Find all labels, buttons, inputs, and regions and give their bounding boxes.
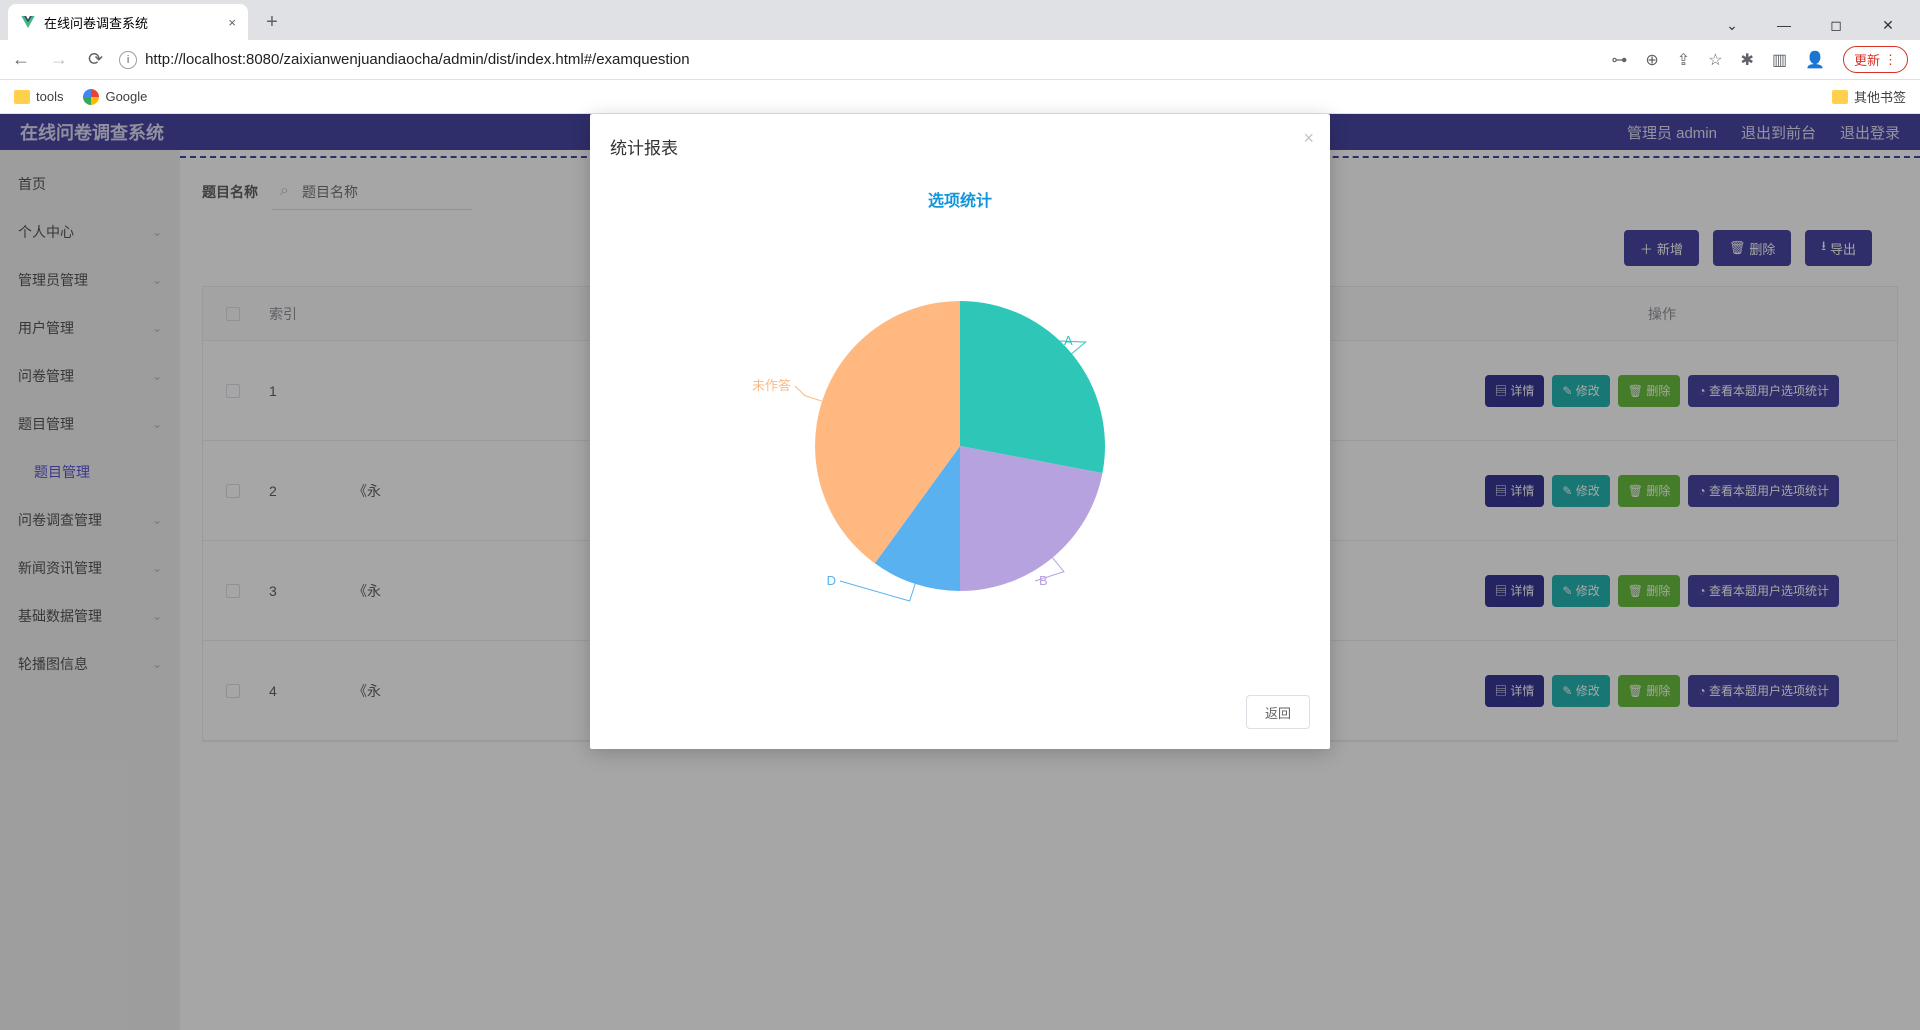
minimize-icon[interactable]: — — [1764, 17, 1804, 34]
bookmark-other[interactable]: 其他书签 — [1832, 87, 1906, 106]
window-controls: ⌄ — ◻ ✕ — [1712, 17, 1920, 40]
reload-icon[interactable]: ⟳ — [88, 49, 103, 70]
maximize-icon[interactable]: ◻ — [1816, 17, 1856, 34]
bookmark-google[interactable]: Google — [83, 89, 147, 105]
app-root: 在线问卷调查系统 管理员 admin 退出到前台 退出登录 首页个人中心⌄管理员… — [0, 114, 1920, 1030]
folder-icon — [1832, 90, 1848, 104]
panel-icon[interactable]: ▥ — [1772, 50, 1787, 70]
site-info-icon[interactable]: i — [119, 51, 137, 69]
chevron-down-icon[interactable]: ⌄ — [1712, 17, 1752, 34]
zoom-icon[interactable]: ⊕ — [1645, 50, 1658, 70]
share-icon[interactable]: ⇪ — [1677, 50, 1690, 70]
tab-bar: 在线问卷调查系统 × + ⌄ — ◻ ✕ — [0, 0, 1920, 40]
extensions-icon[interactable]: ✱ — [1741, 50, 1754, 70]
pie-label: A — [1064, 333, 1073, 348]
bookmark-tools[interactable]: tools — [14, 89, 63, 104]
google-icon — [83, 89, 99, 105]
close-icon[interactable]: ✕ — [1868, 17, 1908, 34]
back-icon[interactable]: ← — [12, 49, 30, 70]
folder-icon — [14, 90, 30, 104]
stats-modal: 统计报表 × 选项统计 A B D 未作答 返回 — [590, 114, 1330, 749]
tab-title: 在线问卷调查系统 — [44, 13, 148, 32]
browser-tab[interactable]: 在线问卷调查系统 × — [8, 4, 248, 40]
browser-chrome: 在线问卷调查系统 × + ⌄ — ◻ ✕ ← → ⟳ i http://loca… — [0, 0, 1920, 114]
modal-title: 统计报表 — [610, 134, 1310, 175]
pie-label: 未作答 — [752, 378, 791, 393]
key-icon[interactable]: ⊶ — [1611, 50, 1627, 70]
modal-overlay[interactable]: 统计报表 × 选项统计 A B D 未作答 返回 — [0, 114, 1920, 1030]
pie-label: B — [1039, 573, 1048, 588]
forward-icon[interactable]: → — [50, 49, 68, 70]
vue-icon — [20, 14, 36, 30]
modal-close-icon[interactable]: × — [1303, 128, 1314, 149]
update-button[interactable]: 更新⋮ — [1843, 46, 1908, 73]
bookmark-bar: tools Google 其他书签 — [0, 80, 1920, 114]
new-tab-button[interactable]: + — [258, 8, 286, 36]
url-box[interactable]: i http://localhost:8080/zaixianwenjuandi… — [113, 51, 1601, 69]
address-bar: ← → ⟳ i http://localhost:8080/zaixianwen… — [0, 40, 1920, 80]
chart-title: 选项统计 — [610, 187, 1310, 211]
pie-chart: A B D 未作答 — [610, 251, 1310, 681]
profile-icon[interactable]: 👤 — [1805, 50, 1825, 70]
pie-slice-A[interactable] — [960, 301, 1105, 473]
pie-label: D — [827, 573, 836, 588]
url-text: http://localhost:8080/zaixianwenjuandiao… — [145, 51, 690, 68]
tab-close-icon[interactable]: × — [228, 15, 236, 30]
back-button[interactable]: 返回 — [1246, 695, 1310, 729]
star-icon[interactable]: ☆ — [1708, 50, 1722, 70]
